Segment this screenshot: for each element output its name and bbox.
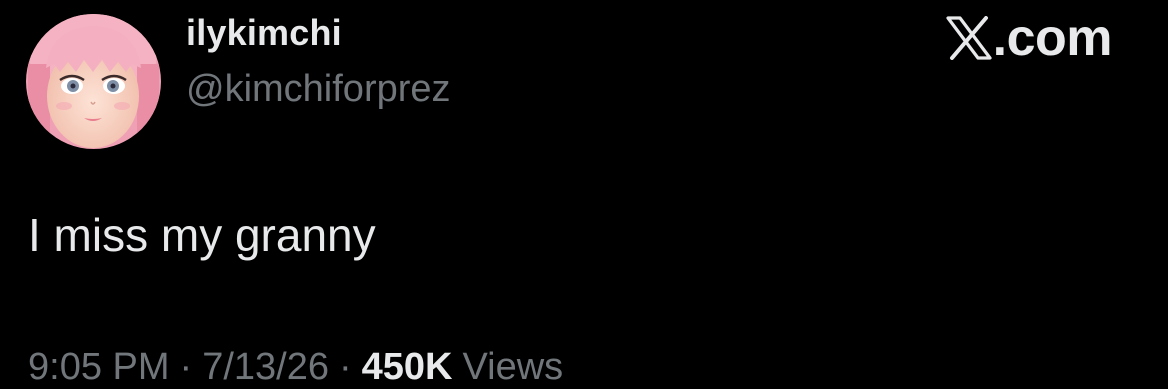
tweet-time[interactable]: 9:05 PM	[28, 346, 170, 389]
tweet-text: I miss my granny	[28, 209, 376, 261]
views-label[interactable]: Views	[462, 346, 563, 389]
display-name[interactable]: ilykimchi	[186, 12, 342, 54]
meta-separator: ·	[338, 346, 352, 388]
views-count[interactable]: 450K	[362, 346, 453, 389]
watermark-text: .com	[992, 9, 1113, 67]
user-handle[interactable]: @kimchiforprez	[186, 68, 451, 111]
avatar[interactable]	[26, 14, 161, 149]
x-com-watermark: .com	[946, 8, 1113, 68]
doll-face-avatar-icon	[26, 14, 161, 149]
tweet-meta: 9:05 PM · 7/13/26 · 450K Views	[28, 346, 563, 389]
tweet-date[interactable]: 7/13/26	[202, 346, 329, 389]
meta-separator: ·	[179, 346, 193, 388]
x-logo-icon	[946, 16, 992, 60]
